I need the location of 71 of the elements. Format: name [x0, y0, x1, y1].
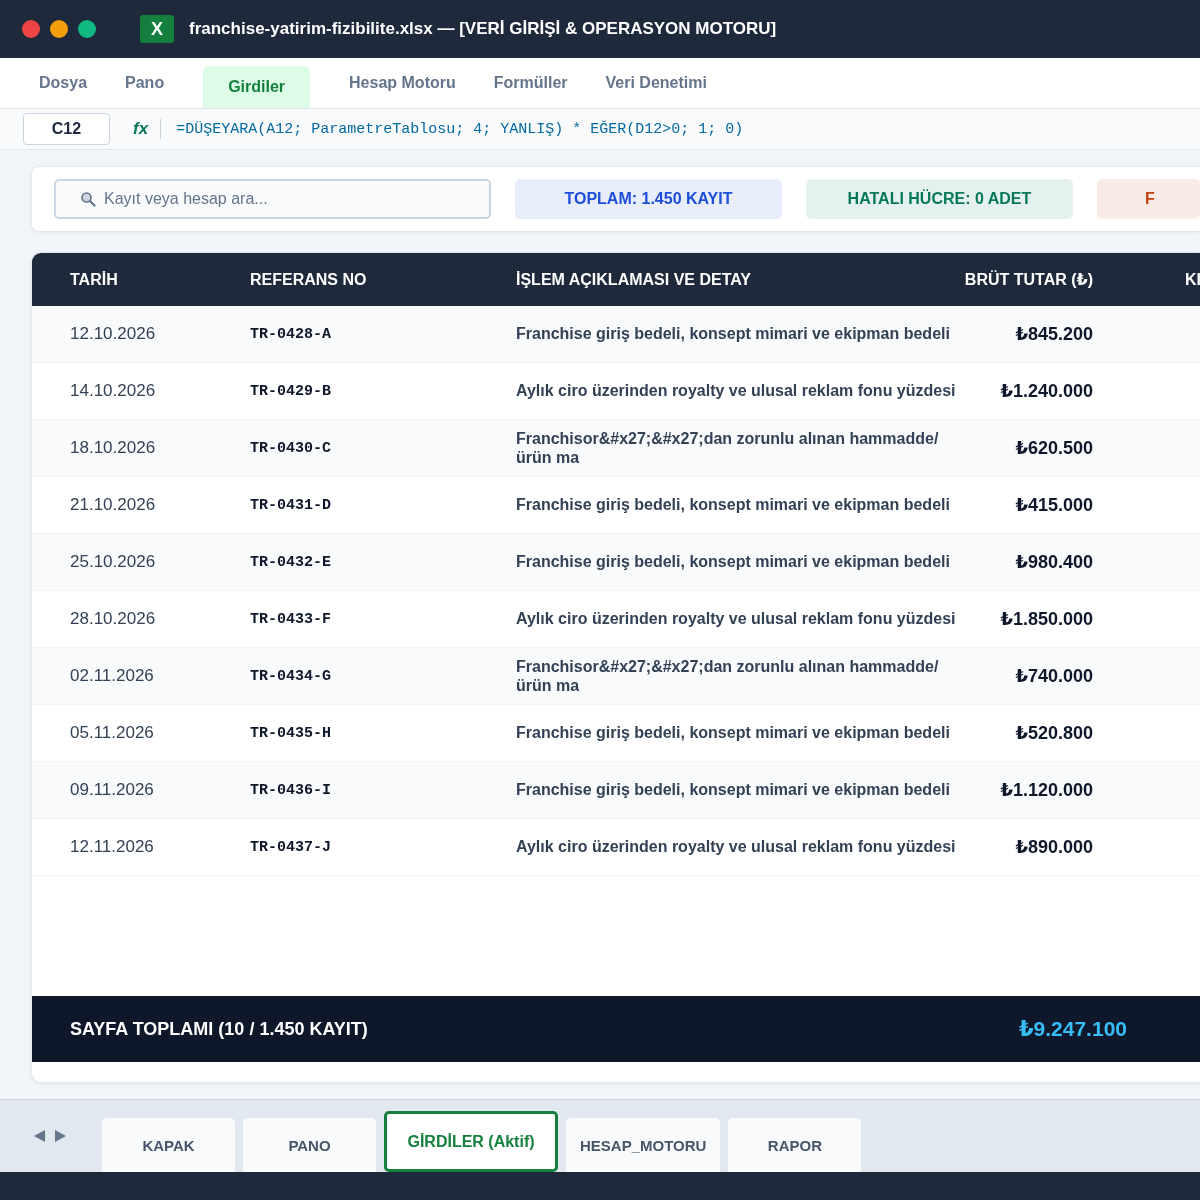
description-cell-text: Franchisor&#x27;&#x27;dan zorunlu alınan hammadde/ürün ma	[516, 656, 940, 696]
reference-cell-text: TR-0428-A	[250, 325, 332, 343]
description-cell-text: Franchise giriş bedeli, konsept mimari ve ekipman bedeli	[516, 495, 951, 516]
date-cell-text: 12.10.2026	[69, 324, 157, 344]
amount-cell-text: ₺415.000	[1014, 494, 1093, 516]
amount-cell-text: ₺740.000	[1014, 665, 1093, 687]
column-header[interactable]: BRÜT TUTAR (₺)	[964, 270, 1093, 289]
close-icon[interactable]	[22, 20, 40, 38]
column-header[interactable]: İŞLEM AÇIKLAMASI VE DETAY	[516, 270, 964, 289]
date-cell-text: 02.11.2026	[69, 666, 155, 686]
column-header[interactable]: REFERANS NO	[250, 270, 516, 289]
menu-tab[interactable]: Dosya	[20, 64, 107, 102]
amount-cell-text: ₺980.400	[1014, 551, 1093, 573]
column-header[interactable]: TARİH	[32, 270, 250, 289]
menu-tab[interactable]: Formüller	[474, 64, 587, 102]
sheet-tab[interactable]: PANO	[243, 1118, 376, 1172]
amount-cell-text: ₺520.800	[1014, 722, 1093, 744]
amount-cell-text: ₺845.200	[1014, 323, 1093, 345]
window-title: franchise-yatirim-fizibilite.xlsx — [VERİ GİRİŞİ & OPERASYON MOTORU]	[189, 19, 777, 39]
sheet-tab[interactable]: GİRDİLER (Aktif)	[384, 1111, 558, 1172]
menu-tab[interactable]: Hesap Motoru	[330, 64, 475, 102]
status-badge: HATALI HÜCRE: 0 ADET	[805, 179, 1073, 219]
status-badge: F	[1096, 179, 1200, 219]
amount-cell-text: ₺1.120.000	[999, 779, 1093, 801]
column-header[interactable]: KI	[1185, 270, 1200, 289]
sheet-tab[interactable]: HESAP_MOTORU	[566, 1118, 721, 1172]
cell-reference-field[interactable]: C12	[23, 113, 110, 145]
description-cell-text: Franchise giriş bedeli, konsept mimari ve ekipman bedeli	[516, 552, 951, 573]
reference-cell-text: TR-0437-J	[250, 838, 332, 856]
description-cell-text: Aylık ciro üzerinden royalty ve ulusal reklam fonu yüzdesi	[516, 837, 957, 858]
app-icon: X	[140, 15, 174, 43]
minimize-icon[interactable]	[50, 20, 68, 38]
date-cell-text: 21.10.2026	[69, 495, 157, 515]
sheet-navigation-icon[interactable]	[32, 1129, 68, 1143]
reference-cell-text: TR-0431-D	[250, 496, 332, 514]
status-badge: TOPLAM: 1.450 KAYIT	[515, 179, 782, 219]
description-cell-text: Franchisor&#x27;&#x27;dan zorunlu alınan hammadde/ürün ma	[516, 428, 940, 468]
reference-cell-text: TR-0434-G	[250, 667, 332, 685]
menu-tab[interactable]: Veri Denetimi	[586, 64, 726, 102]
reference-cell-text: TR-0430-C	[250, 439, 332, 457]
menu-tab[interactable]: Girdiler	[203, 66, 311, 108]
search-field[interactable]: Kayıt veya hesap ara...	[54, 179, 491, 219]
reference-cell-text: TR-0429-B	[250, 382, 332, 400]
description-cell-text: Aylık ciro üzerinden royalty ve ulusal reklam fonu yüzdesi	[516, 381, 957, 402]
reference-cell-text: TR-0433-F	[250, 610, 332, 628]
date-cell-text: 09.11.2026	[69, 780, 155, 800]
page-total-label: SAYFA TOPLAMI (10 / 1.450 KAYIT)	[69, 1018, 369, 1040]
amount-cell-text: ₺1.240.000	[999, 380, 1093, 402]
date-cell-text: 18.10.2026	[69, 438, 157, 458]
reference-cell-text: TR-0432-E	[250, 553, 332, 571]
date-cell-text: 28.10.2026	[69, 609, 157, 629]
menu-tab[interactable]: Pano	[106, 64, 184, 102]
description-cell-text: Franchise giriş bedeli, konsept mimari ve ekipman bedeli	[516, 324, 951, 345]
formula-field[interactable]: =DÜŞEYARA(A12; ParametreTablosu; 4; YANLIŞ) * EĞER(D12>0; 1; 0)	[176, 120, 744, 138]
amount-cell-text: ₺890.000	[1014, 836, 1093, 858]
date-cell-text: 05.11.2026	[69, 723, 155, 743]
description-cell-text: Aylık ciro üzerinden royalty ve ulusal reklam fonu yüzdesi	[516, 609, 957, 630]
function-label: fx	[133, 119, 162, 139]
amount-cell-text: ₺620.500	[1014, 437, 1093, 459]
sheet-tab[interactable]: KAPAK	[102, 1118, 235, 1172]
sheet-tab[interactable]: RAPOR	[728, 1118, 862, 1172]
date-cell-text: 14.10.2026	[69, 381, 157, 401]
reference-cell-text: TR-0435-H	[250, 724, 332, 742]
date-cell-text: 12.11.2026	[69, 837, 155, 857]
description-cell-text: Franchise giriş bedeli, konsept mimari ve ekipman bedeli	[516, 723, 951, 744]
date-cell-text: 25.10.2026	[69, 552, 157, 572]
description-cell-text: Franchise giriş bedeli, konsept mimari ve ekipman bedeli	[516, 780, 951, 801]
maximize-icon[interactable]	[78, 20, 96, 38]
reference-cell-text: TR-0436-I	[250, 781, 332, 799]
amount-cell-text: ₺1.850.000	[999, 608, 1093, 630]
page-total-value: ₺9.247.100	[1017, 1017, 1127, 1041]
